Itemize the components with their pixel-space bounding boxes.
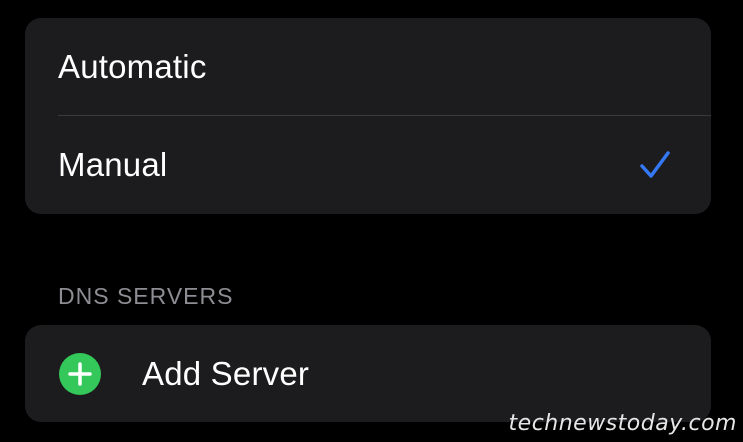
option-automatic-label: Automatic (58, 47, 207, 85)
dns-servers-header: DNS SERVERS (58, 283, 234, 309)
checkmark-icon (640, 150, 670, 178)
dns-mode-group: Automatic Manual (25, 18, 711, 214)
plus-circle-icon (59, 352, 101, 395)
add-server-button[interactable]: Add Server (25, 325, 711, 422)
add-server-label: Add Server (142, 354, 310, 392)
option-manual-label: Manual (58, 145, 168, 183)
watermark: technewstoday.com (508, 411, 737, 436)
option-automatic[interactable]: Automatic (25, 18, 711, 115)
option-manual[interactable]: Manual (25, 116, 711, 213)
dns-settings-screen: Automatic Manual DNS SERVERS Add Server … (0, 0, 743, 442)
dns-servers-group: Add Server (25, 325, 711, 422)
